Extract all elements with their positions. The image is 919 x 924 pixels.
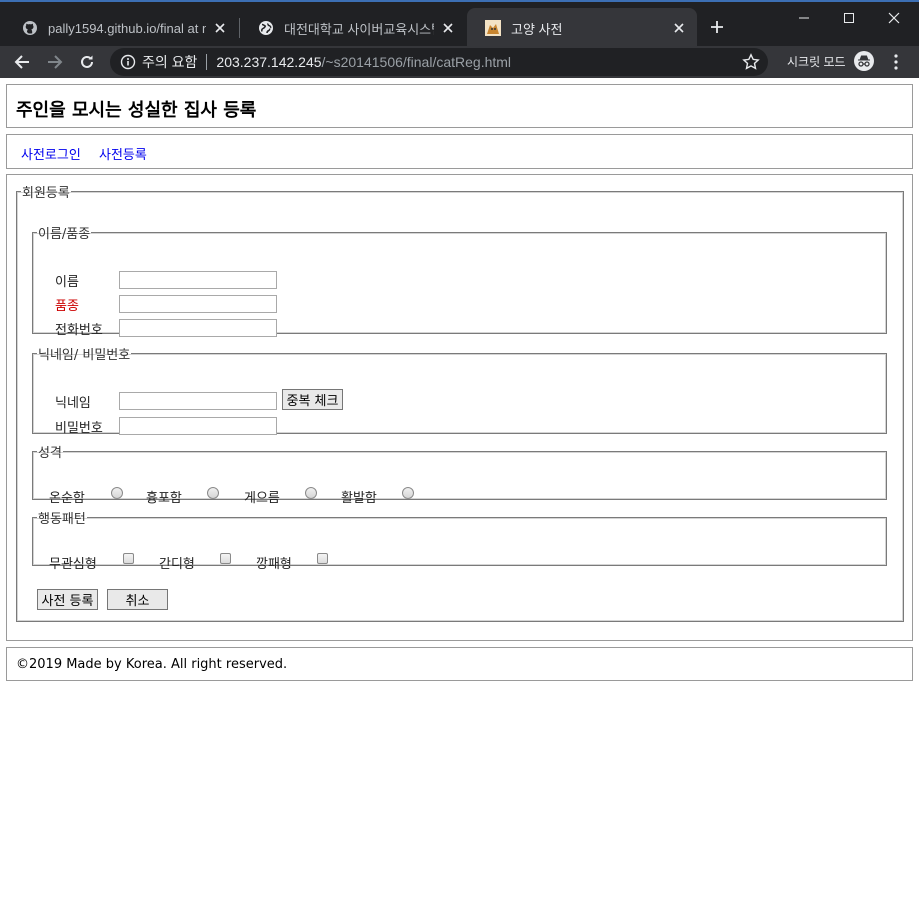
personality-radio-gentle[interactable] bbox=[111, 487, 123, 499]
name-breed-fieldset: 이름/품종 이름 품종 전화번호 bbox=[32, 223, 887, 338]
navigation-bar: 사전로그인 사전등록 bbox=[6, 134, 913, 169]
page-title: 주인을 모시는 성실한 집사 등록 bbox=[16, 100, 257, 121]
name-breed-legend: 이름/품종 bbox=[38, 227, 91, 242]
phone-label: 전화번호 bbox=[55, 323, 103, 338]
address-bar[interactable]: 주의 요함 203.237.142.245/~s20141506/final/c… bbox=[110, 48, 768, 76]
behavior-checkbox-indifferent[interactable] bbox=[123, 553, 134, 564]
incognito-indicator[interactable]: 시크릿 모드 bbox=[787, 51, 874, 71]
submit-register-button[interactable]: 사전 등록 bbox=[37, 589, 98, 610]
breed-input[interactable] bbox=[119, 295, 277, 313]
github-icon bbox=[22, 20, 38, 36]
phone-input[interactable] bbox=[119, 319, 277, 337]
behavior-legend: 행동패턴 bbox=[38, 512, 86, 527]
tab-cat-dictionary[interactable]: 고양 사전 bbox=[467, 8, 697, 48]
cat-favicon-icon bbox=[485, 20, 501, 36]
personality-option-label: 흉포함 bbox=[146, 491, 182, 506]
nav-link-register[interactable]: 사전등록 bbox=[99, 144, 147, 163]
new-tab-button[interactable] bbox=[706, 16, 728, 38]
personality-option-label: 활발함 bbox=[341, 491, 377, 506]
password-input[interactable] bbox=[119, 417, 277, 435]
nav-link-login[interactable]: 사전로그인 bbox=[21, 144, 81, 163]
duplicate-check-button[interactable]: 중복 체크 bbox=[282, 389, 343, 410]
page-header: 주인을 모시는 성실한 집사 등록 bbox=[6, 84, 913, 128]
behavior-checkbox-thug[interactable] bbox=[317, 553, 328, 564]
tab-cyber-education[interactable]: 대전대학교 사이버교육시스템 bbox=[240, 8, 466, 48]
personality-radio-lazy[interactable] bbox=[305, 487, 317, 499]
globe-icon bbox=[258, 20, 274, 36]
close-tab-icon[interactable] bbox=[671, 20, 687, 36]
tab-title: 대전대학교 사이버교육시스템 bbox=[284, 21, 434, 37]
cancel-button[interactable]: 취소 bbox=[107, 589, 168, 610]
copyright-text: ©2019 Made by Korea. All right reserved. bbox=[16, 657, 288, 672]
nickname-input[interactable] bbox=[119, 392, 277, 410]
tab-title: pally1594.github.io/final at ma bbox=[48, 20, 206, 36]
omnibox-divider bbox=[206, 54, 208, 70]
close-tab-icon[interactable] bbox=[440, 20, 456, 36]
behavior-fieldset: 행동패턴 무관심형 간디형 깡패형 bbox=[32, 508, 887, 572]
browser-tab-strip: pally1594.github.io/final at ma 대전대학교 사이… bbox=[0, 0, 919, 48]
security-warning[interactable]: 주의 요함 bbox=[142, 52, 197, 72]
bookmark-star-icon[interactable] bbox=[742, 53, 760, 71]
nickname-password-fieldset: 닉네임/ 비밀번호 닉네임 중복 체크 비밀번호 bbox=[32, 344, 887, 436]
browser-toolbar: 주의 요함 203.237.142.245/~s20141506/final/c… bbox=[0, 46, 919, 78]
nickname-label: 닉네임 bbox=[55, 396, 91, 411]
page-footer: ©2019 Made by Korea. All right reserved. bbox=[6, 647, 913, 681]
tab-title: 고양 사전 bbox=[511, 21, 563, 37]
main-section: 회원등록 이름/품종 이름 품종 전화번호 닉네임/ 비밀번호 닉네임 중복 체… bbox=[6, 174, 913, 641]
breed-label: 품종 bbox=[55, 299, 79, 314]
behavior-option-label: 간디형 bbox=[159, 557, 195, 572]
name-input[interactable] bbox=[119, 271, 277, 289]
personality-radio-active[interactable] bbox=[402, 487, 414, 499]
url-path: /~s20141506/final/catReg.html bbox=[321, 54, 512, 70]
info-icon[interactable] bbox=[120, 54, 136, 70]
behavior-option-label: 깡패형 bbox=[256, 557, 292, 572]
member-registration-fieldset: 회원등록 이름/품종 이름 품종 전화번호 닉네임/ 비밀번호 닉네임 중복 체… bbox=[16, 182, 904, 622]
browser-menu-icon[interactable] bbox=[886, 52, 906, 72]
behavior-checkbox-gandhi[interactable] bbox=[220, 553, 231, 564]
close-window-button[interactable] bbox=[872, 6, 916, 30]
tab-github[interactable]: pally1594.github.io/final at ma bbox=[4, 8, 238, 48]
personality-legend: 성격 bbox=[38, 446, 62, 461]
behavior-option-label: 무관심형 bbox=[49, 557, 97, 572]
page-content: 주인을 모시는 성실한 집사 등록 사전로그인 사전등록 회원등록 이름/품종 … bbox=[0, 78, 919, 924]
personality-option-label: 게으름 bbox=[244, 491, 280, 506]
maximize-button[interactable] bbox=[827, 6, 871, 30]
incognito-icon bbox=[853, 51, 874, 71]
forward-button[interactable] bbox=[43, 50, 67, 74]
minimize-button[interactable] bbox=[782, 6, 826, 30]
reload-button[interactable] bbox=[75, 50, 99, 74]
name-label: 이름 bbox=[55, 275, 79, 290]
personality-option-label: 온순함 bbox=[49, 491, 85, 506]
incognito-label: 시크릿 모드 bbox=[787, 54, 846, 69]
back-button[interactable] bbox=[10, 50, 34, 74]
personality-radio-fierce[interactable] bbox=[207, 487, 219, 499]
personality-fieldset: 성격 온순함 흉포함 게으름 활발함 bbox=[32, 442, 887, 506]
close-tab-icon[interactable] bbox=[212, 20, 228, 36]
url-host: 203.237.142.245 bbox=[216, 54, 322, 70]
nickname-password-legend: 닉네임/ 비밀번호 bbox=[38, 348, 131, 363]
member-registration-legend: 회원등록 bbox=[22, 186, 70, 201]
password-label: 비밀번호 bbox=[55, 421, 103, 436]
